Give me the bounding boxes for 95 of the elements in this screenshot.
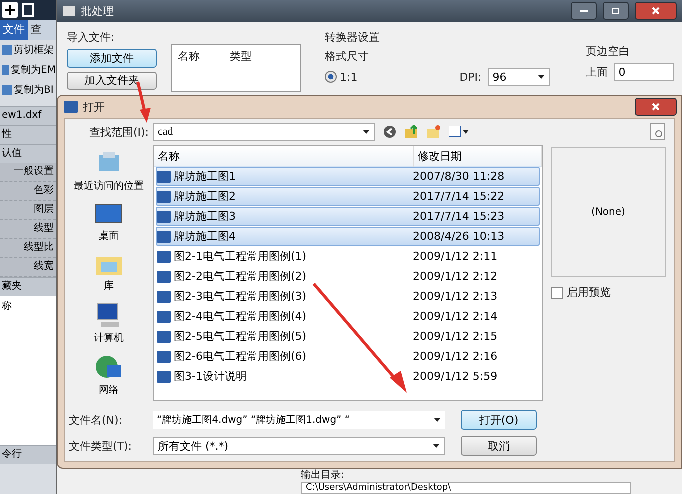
close-button[interactable] [635,2,677,20]
file-type-label: 文件类型(T): [69,438,134,454]
file-type-dropdown[interactable]: 所有文件 (*.*) [153,437,445,455]
cancel-button[interactable]: 取消 [461,436,537,456]
look-in-dropdown[interactable]: cad [153,123,375,141]
place-item[interactable]: 计算机 [94,303,124,345]
cad-file-icon [157,250,171,262]
place-item[interactable]: 库 [95,253,123,293]
preview-pane: (None) [551,147,666,277]
add-folder-button[interactable]: 加入文件夹 [67,72,157,90]
caret-icon [434,418,441,422]
margin-field[interactable]: 0 [614,63,674,81]
place-item[interactable]: 网络 [95,355,123,397]
file-row[interactable]: 图2-3电气工程常用图例(3) 2009/1/12 2:13 [156,287,540,306]
file-row[interactable]: 图2-4电气工程常用图例(4) 2009/1/12 2:14 [156,307,540,326]
dpi-dropdown[interactable]: 96 [488,68,550,86]
open-button[interactable]: 打开(O) [461,410,537,430]
plus-icon[interactable] [2,2,18,18]
section-label: 导入文件: [67,30,116,45]
window-title: 批处理 [81,4,114,18]
property-group: 一般设置 [0,163,56,182]
file-row[interactable]: 牌坊施工图3 2017/7/14 15:23 [156,207,540,226]
file-name-label: 文件名(N): [69,412,124,428]
dialog-title: 打开 [83,100,105,114]
preview-checkbox[interactable]: 启用预览 [551,285,666,300]
file-row[interactable]: 图2-6电气工程常用图例(6) 2009/1/12 2:16 [156,347,540,366]
cad-file-icon [157,310,171,322]
toolbar-item[interactable]: 复制为EM [0,60,56,80]
ribbon-tab[interactable]: 查 [28,20,45,40]
maximize-icon [612,8,620,14]
file-row[interactable]: 牌坊施工图2 2017/7/14 15:22 [156,187,540,206]
place-item[interactable]: 最近访问的位置 [74,149,144,193]
cad-file-icon [157,330,171,342]
group-title: 页边空白 [586,44,631,59]
property-name: 线宽 [0,258,56,277]
toolbar-item[interactable]: 复制为BI [0,80,56,100]
app-icon [63,6,75,16]
property-row: 认值 [0,144,56,163]
globe-icon [95,355,123,381]
close-icon [652,7,660,15]
output-path-field[interactable]: C:\Users\Administrator\Desktop\ [301,482,631,494]
close-button[interactable] [635,98,677,116]
cad-icon [64,101,78,113]
cad-file-icon [157,190,171,202]
checkbox[interactable] [551,286,563,298]
dpi-label: DPI: [460,70,482,84]
window-icon[interactable] [22,3,34,17]
property-name: 图层 [0,201,56,220]
section-title: 转换器设置 [325,30,381,45]
caret-icon [363,130,370,134]
output-label: 输出目录: [301,470,346,482]
ribbon-tab[interactable]: 文件 [0,20,28,40]
look-in-label: 查找范围(I): [89,124,149,140]
property-name: 线型比 [0,239,56,258]
margin-label: 上面 [586,64,608,80]
caret-icon [433,444,440,448]
minimize-button[interactable] [571,2,597,20]
cad-file-icon [157,230,171,242]
radio-button[interactable] [325,71,337,83]
column-header: 称 [0,296,56,316]
up-folder-icon[interactable] [405,125,419,139]
back-icon[interactable] [383,125,397,139]
column-header: 名称 [178,49,200,64]
caret-icon [538,75,545,79]
file-row[interactable]: 图2-5电气工程常用图例(5) 2009/1/12 2:15 [156,327,540,346]
maximize-button[interactable] [603,2,629,20]
cad-file-icon [157,170,171,182]
file-row[interactable]: 牌坊施工图4 2008/4/26 10:13 [156,227,540,246]
file-name-field[interactable]: “牌坊施工图4.dwg” “牌坊施工图1.dwg” “ [153,411,445,429]
file-row[interactable]: 牌坊施工图1 2007/8/30 11:28 [156,167,540,186]
close-icon [652,103,660,111]
file-row[interactable]: 图2-2电气工程常用图例(2) 2009/1/12 2:12 [156,267,540,286]
document-tab[interactable]: ew1.dxf [0,106,56,125]
group-title: 格式尺寸 [325,49,370,64]
property-name: 线型 [0,220,56,239]
cad-file-icon [157,350,171,362]
cad-file-icon [157,210,171,222]
property-name: 色彩 [0,182,56,201]
new-folder-icon[interactable] [427,125,441,139]
column-header: 类型 [230,49,252,64]
cad-file-icon [157,270,171,282]
panel-header: 性 [0,125,56,144]
panel-header: 令行 [0,445,56,464]
view-menu-icon[interactable] [449,126,469,138]
preview-icon[interactable] [650,123,666,141]
ratio-radio[interactable]: 1:1 [325,70,358,84]
toolbar-item[interactable]: 剪切框架 [0,40,56,60]
cad-file-icon [157,370,171,382]
minimize-icon [580,10,588,12]
place-item[interactable]: 桌面 [95,203,123,243]
file-row[interactable]: 图3-1设计说明 2009/1/12 5:59 [156,367,540,386]
add-file-button[interactable]: 添加文件 [67,49,157,68]
cad-file-icon [157,290,171,302]
panel-header: 藏夹 [0,277,56,296]
file-row[interactable]: 图2-1电气工程常用图例(1) 2009/1/12 2:11 [156,247,540,266]
